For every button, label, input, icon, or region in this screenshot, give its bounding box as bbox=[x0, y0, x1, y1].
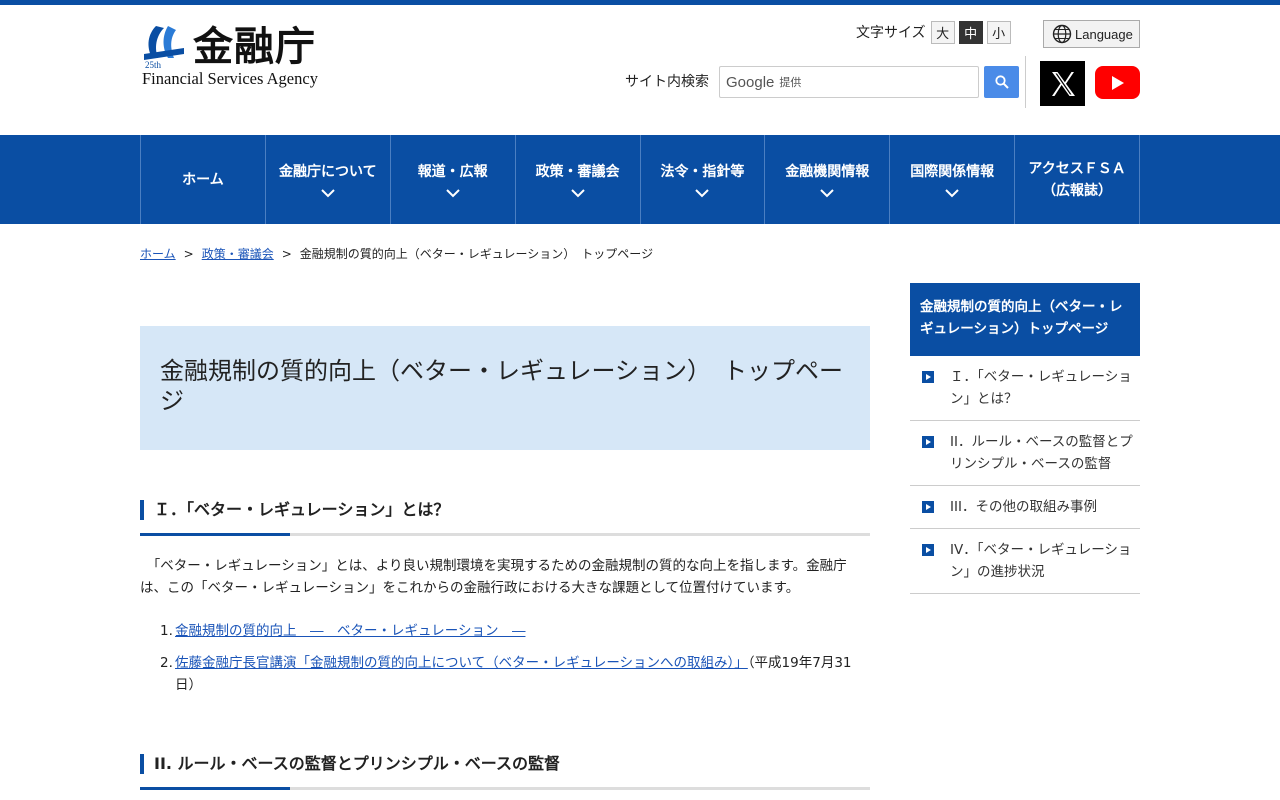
sidebar-item-label: Ｉ．「ベター・レギュレーション」とは？ bbox=[950, 369, 1132, 407]
global-nav: ホーム 金融庁について 報道・広報 政策・審議会 法令・指針等 金融機関情報 国… bbox=[0, 135, 1280, 224]
font-size-large-button[interactable]: 大 bbox=[930, 20, 955, 44]
nav-item-policy[interactable]: 政策・審議会 bbox=[516, 135, 641, 224]
chevron-down-icon bbox=[321, 189, 335, 198]
x-twitter-link[interactable] bbox=[1040, 61, 1085, 106]
nav-item-label: 報道・広報 bbox=[417, 164, 488, 180]
breadcrumb-link-policy[interactable]: 政策・審議会 bbox=[202, 247, 274, 261]
language-button[interactable]: Language bbox=[1043, 20, 1140, 48]
nav-item-press[interactable]: 報道・広報 bbox=[391, 135, 516, 224]
breadcrumb-link-home[interactable]: ホーム bbox=[140, 247, 176, 261]
nav-item-label: アクセスＦＳＡ bbox=[1028, 160, 1126, 177]
sidebar-item-section-2[interactable]: II．ルール・ベースの監督とプリンシプル・ベースの監督 bbox=[910, 421, 1140, 486]
youtube-link[interactable] bbox=[1095, 66, 1140, 99]
reference-list: 1. 金融規制の質的向上 ― ベター・レギュレーション ― 2. 佐藤金融庁長官… bbox=[140, 620, 870, 706]
nav-item-label: ホーム bbox=[182, 171, 224, 188]
page-title: 金融規制の質的向上（ベター・レギュレーション） トップページ bbox=[160, 357, 844, 415]
section-heading-2: II. ルール・ベースの監督とプリンシプル・ベースの監督 bbox=[140, 754, 870, 790]
breadcrumb-current: 金融規制の質的向上（ベター・レギュレーション） トップページ bbox=[299, 247, 654, 261]
search-input[interactable]: Google 提供 bbox=[719, 66, 979, 98]
font-size-small-button[interactable]: 小 bbox=[986, 20, 1011, 44]
chevron-down-icon bbox=[445, 189, 460, 198]
breadcrumb: ホーム > 政策・審議会 > 金融規制の質的向上（ベター・レギュレーション） トップペー… bbox=[140, 245, 653, 262]
font-size-medium-button[interactable]: 中 bbox=[958, 20, 983, 44]
logo-english: Financial Services Agency bbox=[142, 69, 318, 88]
breadcrumb-separator: > bbox=[183, 247, 194, 261]
nav-item-label: 法令・指針等 bbox=[660, 164, 745, 180]
nav-item-access-fsa[interactable]: アクセスＦＳＡ （広報誌） bbox=[1015, 135, 1140, 224]
sidebar-item-label: II．ルール・ベースの監督とプリンシプル・ベースの監督 bbox=[950, 434, 1133, 472]
nav-item-laws[interactable]: 法令・指針等 bbox=[641, 135, 766, 224]
sidebar-item-section-4[interactable]: IV．「ベター・レギュレーション」の進捗状況 bbox=[910, 529, 1140, 594]
arrow-bullet-icon bbox=[922, 436, 934, 448]
nav-item-label: 政策・審議会 bbox=[535, 164, 620, 180]
nav-item-label-sub: （広報誌） bbox=[1042, 182, 1113, 199]
nav-item-label: 国際関係情報 bbox=[910, 164, 995, 180]
top-accent-bar bbox=[0, 0, 1280, 5]
nav-item-about[interactable]: 金融庁について bbox=[266, 135, 391, 224]
list-item: 2. 佐藤金融庁長官講演「金融規制の質的向上について（ベター・レギュレーションへ… bbox=[140, 652, 870, 696]
list-item: 1. 金融規制の質的向上 ― ベター・レギュレーション ― bbox=[140, 620, 870, 642]
breadcrumb-separator: > bbox=[281, 247, 292, 261]
reference-link[interactable]: 金融規制の質的向上 ― ベター・レギュレーション ― bbox=[175, 623, 525, 639]
section-heading-1: Ｉ．「ベター・レギュレーション」とは？ bbox=[140, 500, 870, 536]
nav-item-home[interactable]: ホーム bbox=[141, 135, 266, 224]
font-size-label: 文字サイズ bbox=[856, 24, 926, 40]
nav-item-label: 金融機関情報 bbox=[785, 164, 870, 180]
chevron-down-icon bbox=[570, 189, 585, 198]
sidebar-item-section-3[interactable]: III．その他の取組み事例 bbox=[910, 486, 1140, 529]
logo-kanji: 金融庁 bbox=[193, 23, 316, 70]
language-label: Language bbox=[1075, 26, 1133, 42]
section-paragraph: 「ベター・レギュレーション」とは、より良い規制環境を実現するための金融規制の質的… bbox=[140, 555, 870, 599]
chevron-down-icon bbox=[820, 189, 835, 198]
arrow-bullet-icon bbox=[922, 371, 934, 383]
reference-link[interactable]: 佐藤金融庁長官講演「金融規制の質的向上について（ベター・レギュレーションへの取組… bbox=[175, 655, 748, 671]
search-button[interactable] bbox=[984, 66, 1019, 98]
search-brand-text: Google bbox=[726, 73, 775, 91]
font-size-control: 文字サイズ 大 中 小 bbox=[856, 20, 1015, 44]
section-heading-text: Ｉ．「ベター・レギュレーション」とは？ bbox=[154, 500, 450, 519]
nav-item-institutions[interactable]: 金融機関情報 bbox=[765, 135, 891, 224]
x-logo-icon bbox=[1051, 71, 1075, 96]
sidebar-item-label: IV．「ベター・レギュレーション」の進捗状況 bbox=[950, 542, 1132, 580]
search-provider-text: 提供 bbox=[779, 76, 802, 89]
arrow-bullet-icon bbox=[922, 544, 934, 556]
sidebar-item-section-1[interactable]: Ｉ．「ベター・レギュレーション」とは？ bbox=[910, 356, 1140, 421]
list-number: 1. bbox=[160, 623, 173, 639]
nav-item-label: 金融庁について bbox=[279, 164, 377, 180]
site-search-label: サイト内検索 bbox=[625, 74, 709, 90]
page-title-box: 金融規制の質的向上（ベター・レギュレーション） トップページ bbox=[140, 326, 870, 450]
section-heading-text: II. ルール・ベースの監督とプリンシプル・ベースの監督 bbox=[154, 754, 560, 773]
search-icon bbox=[994, 75, 1009, 89]
chevron-down-icon bbox=[695, 189, 710, 198]
sidebar-item-label: III．その他の取組み事例 bbox=[950, 499, 1097, 515]
section-paragraph-text: 「ベター・レギュレーション」とは、より良い規制環境を実現するための金融規制の質的… bbox=[140, 558, 847, 596]
site-logo[interactable]: 25th 金融庁 Financial Services Agency bbox=[140, 22, 340, 92]
globe-icon bbox=[1052, 24, 1072, 44]
chevron-down-icon bbox=[945, 189, 959, 198]
arrow-bullet-icon bbox=[922, 501, 934, 513]
list-number: 2. bbox=[160, 655, 173, 671]
header-divider bbox=[1025, 56, 1026, 108]
nav-item-international[interactable]: 国際関係情報 bbox=[890, 135, 1016, 224]
youtube-play-icon bbox=[1111, 75, 1124, 90]
fsa-logo-mark-icon: 25th bbox=[144, 26, 184, 70]
sidebar-nav: Ｉ．「ベター・レギュレーション」とは？ II．ルール・ベースの監督とプリンシプル… bbox=[910, 356, 1140, 594]
sidebar-heading[interactable]: 金融規制の質的向上（ベター・レギュレーション）トップページ bbox=[910, 283, 1140, 356]
